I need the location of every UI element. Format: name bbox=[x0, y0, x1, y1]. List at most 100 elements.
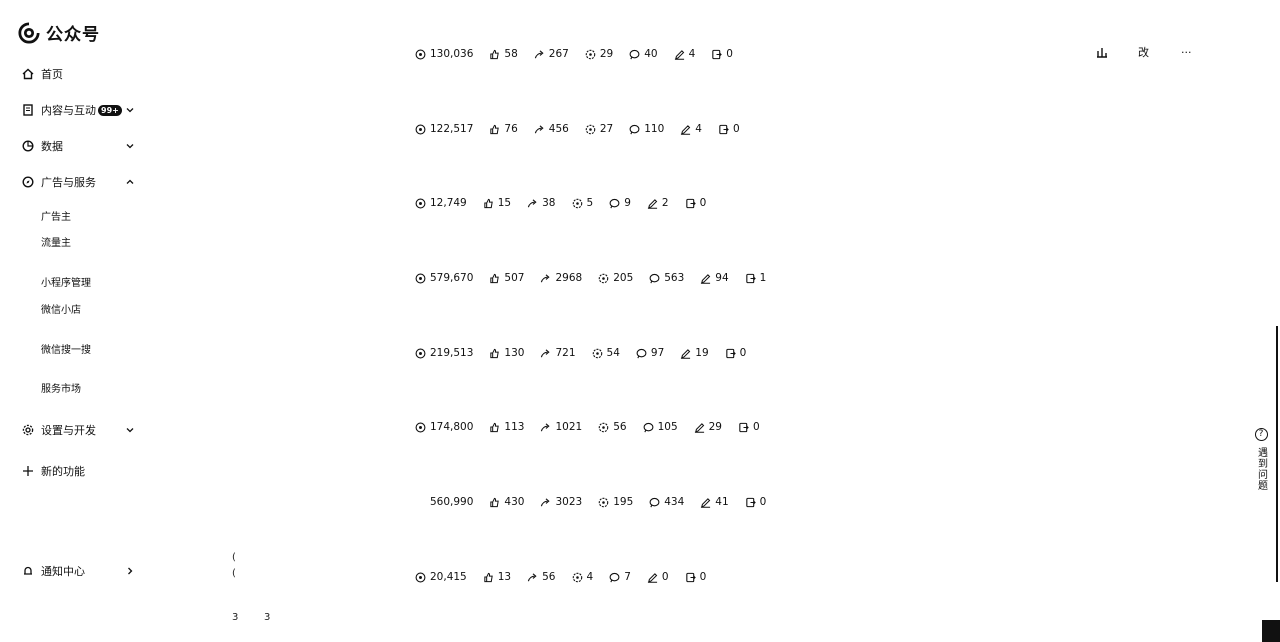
stat-edits-value: 2 bbox=[661, 197, 669, 209]
pencil-icon bbox=[674, 49, 684, 60]
chevron-down-icon bbox=[126, 108, 134, 113]
article-stats-row: 130,036 58 267 29 40 4 0 bbox=[415, 46, 749, 62]
stat-likes-value: 76 bbox=[504, 123, 518, 135]
nav-ads[interactable]: 广告与服务 bbox=[22, 173, 134, 191]
forward-icon bbox=[685, 198, 696, 208]
stat-edits-value: 19 bbox=[695, 347, 709, 359]
stat-edits-value: 29 bbox=[708, 421, 722, 433]
stat-shares-value: 721 bbox=[555, 347, 576, 359]
eye-icon bbox=[415, 348, 426, 358]
nav-home[interactable]: 首页 bbox=[22, 65, 134, 83]
pencil-icon bbox=[681, 348, 691, 359]
stat-shares: 3023 bbox=[540, 496, 582, 508]
eye-icon bbox=[415, 49, 426, 59]
nav-notify[interactable]: 通知中心 bbox=[22, 562, 134, 580]
stat-saves: 0 bbox=[745, 496, 766, 508]
comment-icon bbox=[609, 572, 620, 582]
stat-saves-value: 0 bbox=[739, 347, 747, 359]
share-icon bbox=[541, 273, 551, 282]
article-stats-row: 579,670 507 2968 205 563 94 1 bbox=[415, 270, 782, 286]
nav-ads-label: 广告与服务 bbox=[41, 176, 96, 189]
thumbs-up-icon bbox=[490, 273, 500, 283]
nav-settings[interactable]: 设置与开发 bbox=[22, 421, 134, 439]
forward-icon bbox=[725, 348, 736, 358]
pencil-icon bbox=[701, 497, 711, 508]
eye-icon bbox=[415, 572, 426, 582]
sub-item-market[interactable]: 服务市场 bbox=[41, 380, 81, 395]
eye-icon bbox=[415, 273, 426, 283]
pencil-icon bbox=[701, 273, 711, 284]
stat-shares: 267 bbox=[534, 48, 569, 60]
article-stats-row: 122,517 76 456 27 110 4 0 bbox=[415, 121, 756, 137]
sub-item-publisher[interactable]: 流量主 bbox=[41, 234, 71, 249]
stat-wow: 56 bbox=[598, 421, 627, 433]
bar-chart-icon[interactable] bbox=[1096, 46, 1108, 58]
stat-edits: 4 bbox=[680, 123, 702, 135]
stat-likes-value: 15 bbox=[497, 197, 512, 209]
stat-comments-value: 97 bbox=[650, 347, 665, 359]
stat-wow-value: 27 bbox=[599, 123, 614, 135]
wow-icon bbox=[585, 124, 596, 134]
nav-data[interactable]: 数据 bbox=[22, 137, 134, 155]
gear-icon bbox=[22, 424, 34, 436]
forward-icon bbox=[685, 572, 696, 582]
wow-icon bbox=[598, 273, 609, 283]
more-button[interactable]: ··· bbox=[1181, 46, 1192, 59]
wow-icon bbox=[598, 422, 609, 432]
stat-likes-value: 430 bbox=[504, 496, 525, 508]
stat-likes: 13 bbox=[483, 571, 511, 583]
stat-edits: 4 bbox=[674, 48, 695, 60]
wow-icon bbox=[598, 497, 609, 507]
pencil-icon bbox=[681, 124, 691, 135]
article-stats-row: 174,800 113 1021 56 105 29 0 bbox=[415, 419, 776, 435]
stat-shares: 721 bbox=[540, 347, 576, 359]
sub-item-shop[interactable]: 微信小店 bbox=[41, 301, 81, 316]
edit-button[interactable]: 改 bbox=[1138, 44, 1149, 60]
stat-comments: 7 bbox=[609, 571, 631, 583]
nav-data-label: 数据 bbox=[41, 140, 63, 153]
share-icon bbox=[534, 124, 544, 133]
stat-comments: 105 bbox=[643, 421, 678, 433]
wow-icon bbox=[585, 49, 596, 59]
share-icon bbox=[541, 497, 551, 506]
share-icon bbox=[541, 348, 551, 357]
stat-wow-value: 195 bbox=[613, 496, 634, 508]
plus-icon bbox=[23, 466, 33, 476]
stat-likes-value: 58 bbox=[504, 48, 518, 60]
stat-shares: 56 bbox=[527, 571, 556, 583]
help-button[interactable]: ? 遇到问题 bbox=[1253, 428, 1269, 491]
stat-likes: 15 bbox=[483, 197, 511, 209]
stat-shares: 1021 bbox=[540, 421, 582, 433]
stat-shares-value: 1021 bbox=[555, 421, 583, 433]
logo[interactable]: 公众号 bbox=[18, 20, 100, 45]
stat-comments: 434 bbox=[649, 496, 684, 508]
help-label: 遇到问题 bbox=[1255, 447, 1267, 491]
stat-shares: 38 bbox=[527, 197, 556, 209]
nav-content[interactable]: 内容与互动 99+ bbox=[22, 101, 134, 119]
stat-wow-value: 4 bbox=[586, 571, 594, 583]
stat-shares-value: 2968 bbox=[555, 272, 583, 284]
article-stats-row: 20,415 13 56 4 7 0 0 bbox=[415, 569, 722, 585]
qr-code-icon[interactable] bbox=[1262, 620, 1280, 642]
stat-saves-value: 0 bbox=[726, 48, 733, 60]
stat-comments-value: 105 bbox=[657, 421, 678, 433]
comment-icon bbox=[629, 49, 640, 59]
stat-comments: 97 bbox=[636, 347, 664, 359]
sub-item-miniprogram[interactable]: 小程序管理 bbox=[41, 274, 91, 289]
stat-shares-value: 456 bbox=[548, 123, 569, 135]
stat-likes: 58 bbox=[489, 48, 518, 60]
stat-reads: 174,800 bbox=[415, 421, 473, 433]
stat-reads: 579,670 bbox=[415, 272, 473, 284]
stat-wow-value: 29 bbox=[599, 48, 614, 60]
stat-comments: 110 bbox=[629, 123, 664, 135]
nav-home-label: 首页 bbox=[41, 68, 63, 81]
nav-new-features-label: 新的功能 bbox=[41, 465, 85, 478]
nav-new-features[interactable]: 新的功能 bbox=[22, 462, 134, 480]
thumbs-up-icon bbox=[484, 198, 493, 208]
stat-edits-value: 4 bbox=[695, 123, 702, 135]
sub-item-search[interactable]: 微信搜一搜 bbox=[41, 341, 91, 356]
stat-comments-value: 434 bbox=[664, 496, 685, 508]
unread-badge: 99+ bbox=[98, 104, 122, 116]
stat-reads-value: 219,513 bbox=[430, 347, 474, 359]
sub-item-advertiser[interactable]: 广告主 bbox=[41, 208, 71, 223]
